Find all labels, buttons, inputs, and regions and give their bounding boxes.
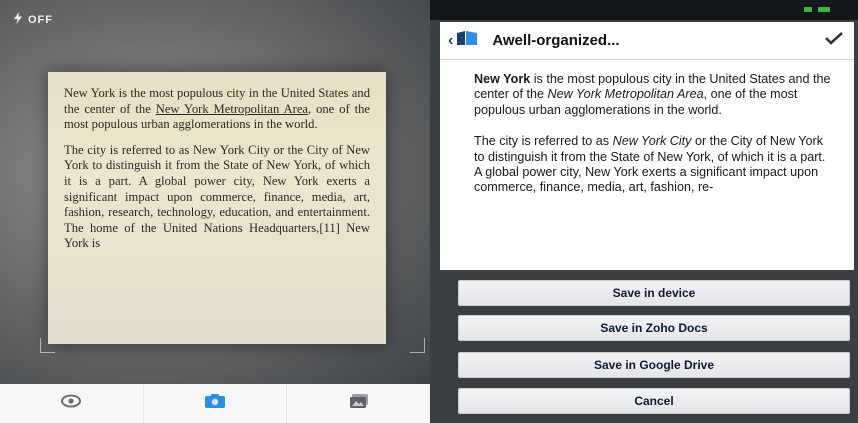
- signal-icon: [804, 7, 812, 12]
- save-actions: Save in device Save in Zoho Docs Save in…: [430, 270, 858, 423]
- flash-icon: [12, 12, 24, 27]
- preview-toggle-button[interactable]: [0, 384, 144, 423]
- preview-bold-text: New York: [474, 72, 531, 86]
- camera-viewfinder[interactable]: OFF New York is the most populous city i…: [0, 0, 430, 384]
- cancel-button[interactable]: Cancel: [458, 388, 850, 414]
- camera-icon: [204, 393, 226, 414]
- frame-corner-bottom-right: [410, 338, 425, 353]
- preview-text: New York is the most populous city in th…: [440, 60, 854, 196]
- preview-text-run: The city is referred to as: [474, 134, 613, 149]
- ocr-preview-card: ‹ Awell-organized... New York is the mos…: [440, 22, 854, 270]
- preview-title: Awell-organized...: [492, 32, 620, 49]
- save-in-zoho-docs-button[interactable]: Save in Zoho Docs: [458, 315, 850, 341]
- flash-toggle[interactable]: OFF: [12, 12, 53, 27]
- save-in-google-drive-button[interactable]: Save in Google Drive: [458, 352, 850, 378]
- gallery-button[interactable]: [287, 384, 430, 423]
- check-icon[interactable]: [824, 30, 844, 51]
- capture-button[interactable]: [144, 384, 288, 423]
- camera-toolbar: [0, 384, 430, 423]
- preview-paragraph-2: The city is referred to as New York City…: [474, 134, 832, 196]
- app-logo: [456, 29, 492, 52]
- document-link: New York Metropolitan Area: [155, 101, 308, 116]
- share-panel: ‹ Awell-organized... New York is the mos…: [430, 0, 858, 423]
- frame-corner-bottom-left: [40, 338, 55, 353]
- save-in-device-button[interactable]: Save in device: [458, 280, 850, 306]
- status-bar: [430, 0, 858, 20]
- document-paragraph-2: The city is referred to as New York City…: [64, 142, 370, 251]
- preview-italic-text: New York Metropolitan Area: [547, 87, 704, 102]
- gallery-icon: [348, 393, 370, 414]
- back-icon[interactable]: ‹: [448, 32, 453, 50]
- flash-label: OFF: [28, 13, 53, 26]
- captured-document: New York is the most populous city in th…: [48, 72, 386, 344]
- eye-icon: [60, 393, 82, 414]
- preview-paragraph-1: New York is the most populous city in th…: [474, 72, 832, 118]
- document-paragraph-1: New York is the most populous city in th…: [64, 86, 370, 133]
- battery-icon: [818, 7, 830, 12]
- preview-header: ‹ Awell-organized...: [440, 22, 854, 60]
- preview-italic-text: New York City: [612, 134, 692, 149]
- camera-view: OFF New York is the most populous city i…: [0, 0, 430, 423]
